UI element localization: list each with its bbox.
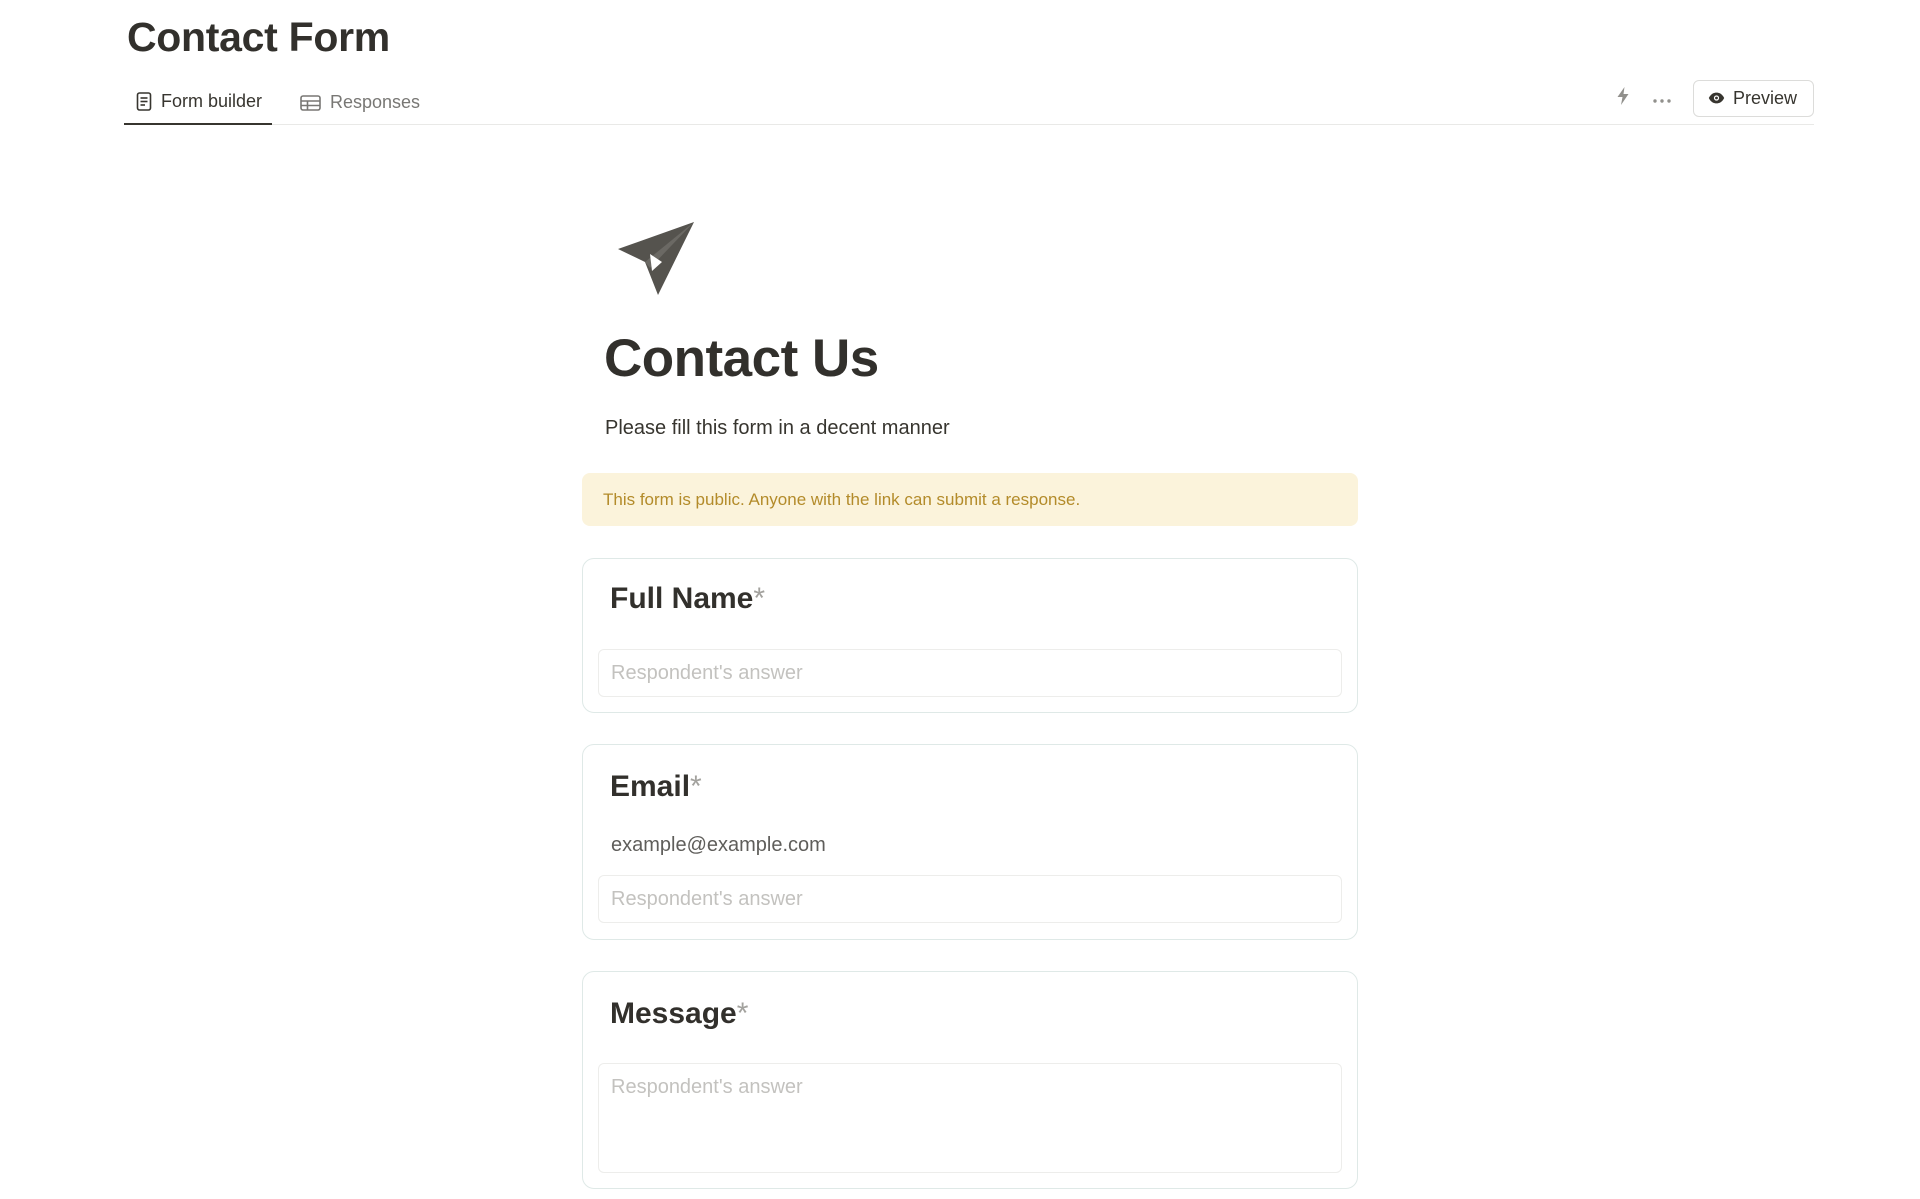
form-description[interactable]: Please fill this form in a decent manner [605, 414, 950, 442]
automation-button[interactable] [1607, 83, 1639, 115]
more-options-button[interactable] [1646, 83, 1678, 115]
tab-responses-label: Responses [330, 92, 421, 112]
full-name-input[interactable] [598, 649, 1342, 697]
tab-responses[interactable]: Responses [292, 80, 428, 125]
required-asterisk: * [753, 582, 766, 615]
page-title: Contact Form [127, 14, 390, 60]
required-asterisk: * [690, 770, 702, 803]
tab-bar: Form builder Responses Preview [124, 80, 1814, 125]
question-label: Message* [610, 996, 748, 1032]
paper-plane-icon[interactable] [616, 218, 696, 298]
toolbar: Preview [1607, 80, 1814, 117]
email-input[interactable] [598, 875, 1342, 923]
preview-button[interactable]: Preview [1692, 80, 1814, 117]
form-title[interactable]: Contact Us [604, 326, 879, 392]
required-asterisk: * [736, 997, 749, 1030]
question-label-text: Full Name [610, 582, 754, 615]
question-description: example@example.com [611, 834, 826, 856]
tab-form-builder[interactable]: Form builder [124, 80, 273, 125]
lightning-icon [1617, 87, 1629, 110]
question-card-email[interactable]: Email* example@example.com [582, 744, 1358, 940]
document-icon [136, 92, 152, 111]
question-card-full-name[interactable]: Full Name* [582, 558, 1358, 713]
question-label: Full Name* [610, 581, 765, 617]
table-icon [300, 94, 321, 111]
question-label-text: Email [610, 770, 691, 803]
question-label: Email* [610, 769, 702, 805]
preview-button-label: Preview [1732, 88, 1797, 108]
public-form-notice: This form is public. Anyone with the lin… [582, 473, 1358, 526]
message-textarea[interactable] [598, 1063, 1342, 1173]
more-horizontal-icon [1653, 90, 1671, 108]
tab-form-builder-label: Form builder [161, 91, 263, 111]
page: Contact Form Form builder Responses Prev… [0, 0, 1920, 1199]
eye-icon [1708, 88, 1725, 109]
question-label-text: Message [610, 997, 737, 1030]
question-card-message[interactable]: Message* [582, 971, 1358, 1189]
